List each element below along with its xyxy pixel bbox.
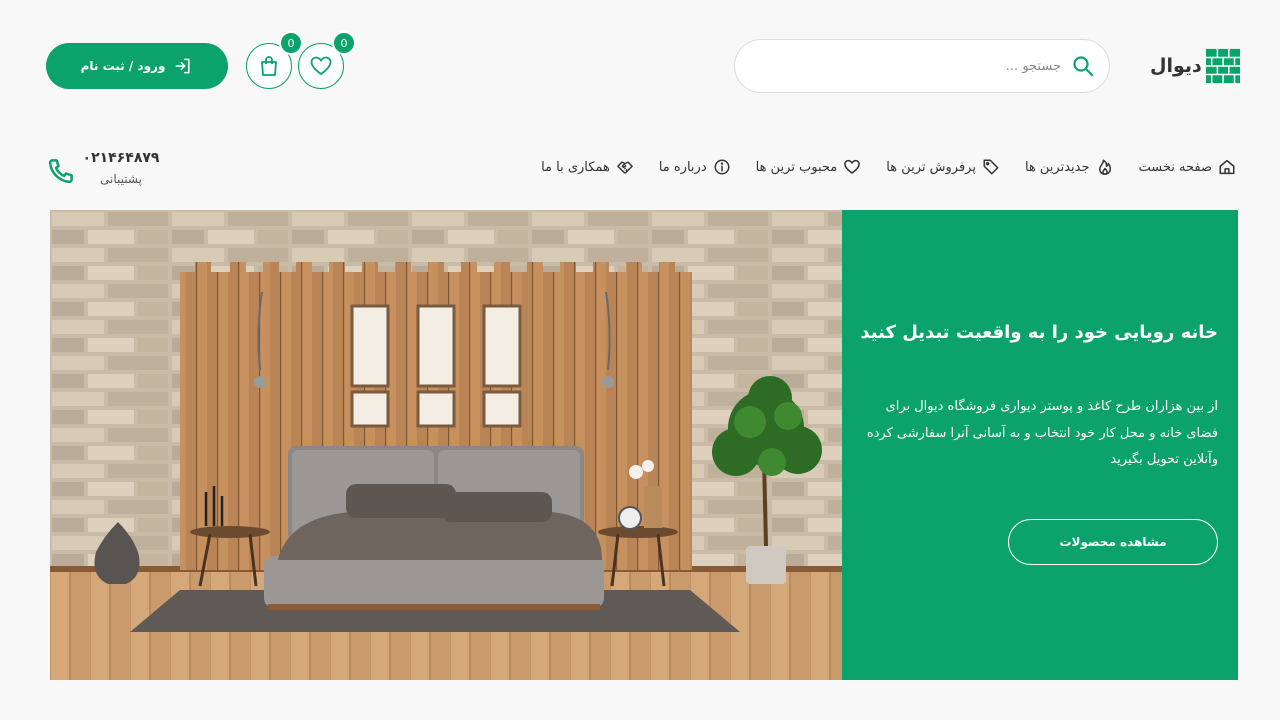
cart-count-badge: 0 [279,31,303,55]
handshake-icon [616,161,633,174]
info-icon [714,159,730,175]
search-bar[interactable] [734,39,1110,93]
hero-description: از بین هزاران طرح کاغذ و پوستر دیواری فر… [866,399,1218,467]
nav-item-newest[interactable]: جدیدترین ها [1025,158,1114,176]
wishlist-count-badge: 0 [332,31,356,55]
tag-icon [983,159,999,175]
login-icon [176,58,191,74]
nav-item-home[interactable]: صفحه نخست [1139,158,1236,176]
home-icon [1219,159,1235,175]
nav-item-best-sellers[interactable]: پرفروش ترین ها [886,158,1000,176]
main-nav: صفحه نخست جدیدترین ها پرفروش ترین ها محب… [541,158,1236,176]
nav-label: صفحه نخست [1138,159,1212,175]
hero-bedroom-image [50,210,842,680]
nav-label: محبوب ترین ها [755,159,838,175]
heart-icon [844,159,861,174]
phone-number: ۰۲۱۴۶۴۸۷۹ [82,150,160,166]
fire-icon [1098,159,1111,175]
nav-label: پرفروش ترین ها [886,159,976,175]
login-register-button[interactable]: ورود / ثبت نام [46,43,228,89]
nav-item-cooperate[interactable]: همکاری با ما [541,158,634,176]
brick-wall-logo-icon [1205,48,1240,84]
nav-label: همکاری با ما [541,159,610,175]
search-icon[interactable] [1071,54,1095,78]
hero-promo-panel: خانه رویایی خود را به واقعیت تبدیل کنید … [842,210,1238,680]
nav-label: درباره ما [658,159,707,175]
phone-icon [48,159,73,184]
nav-item-about-us[interactable]: درباره ما [659,158,731,176]
login-label: ورود / ثبت نام [80,59,166,73]
shopping-bag-icon [261,56,277,76]
view-products-button[interactable]: مشاهده محصولات [1008,519,1218,565]
logo-text: دیوال [1150,55,1202,77]
hero-title: خانه رویایی خود را به واقعیت تبدیل کنید [860,322,1218,343]
nav-label: جدیدترین ها [1024,159,1090,175]
bedroom-illustration [50,210,842,680]
support-label: پشتیبانی [100,172,142,186]
logo[interactable]: دیوال [1150,44,1240,88]
nav-item-most-popular[interactable]: محبوب ترین ها [756,158,862,176]
heart-icon [310,56,332,75]
support-phone[interactable]: ۰۲۱۴۶۴۸۷۹ پشتیبانی [46,150,168,194]
search-input[interactable] [761,58,1061,74]
